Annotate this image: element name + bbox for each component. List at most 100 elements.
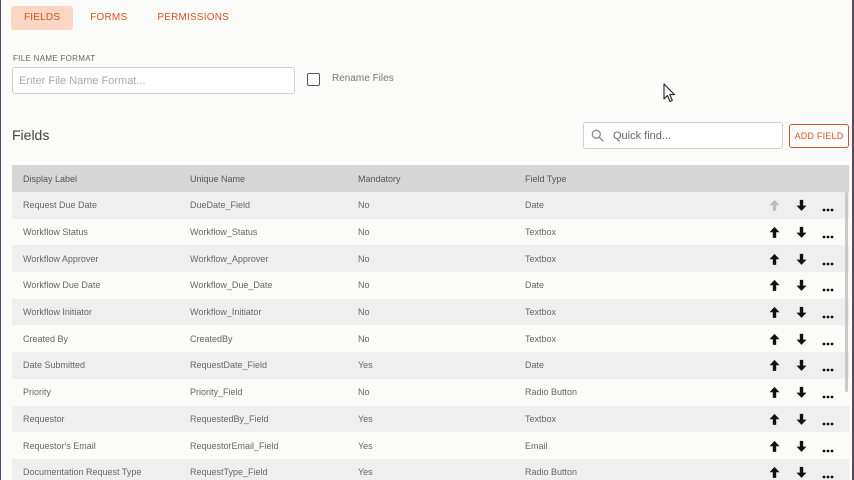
table-row[interactable]: Created By CreatedBy No Textbox [12, 325, 849, 353]
more-horizontal-icon[interactable] [822, 445, 834, 455]
cell-unique-name: RequestedBy_Field [190, 413, 269, 424]
cell-display-label: Date Submitted [23, 360, 86, 371]
arrow-up-icon[interactable] [769, 333, 780, 347]
cell-display-label: Created By [23, 333, 69, 344]
more-horizontal-icon[interactable] [822, 311, 834, 321]
add-field-button[interactable]: ADD FIELD [789, 124, 849, 148]
arrow-down-icon[interactable] [796, 306, 807, 320]
arrow-down-icon[interactable] [796, 360, 807, 374]
row-actions [769, 352, 849, 379]
table-body: Request Due Date DueDate_Field No Date Workf… [12, 192, 849, 480]
header-display-label[interactable]: Display Label [23, 174, 77, 184]
file-name-format-input[interactable] [12, 67, 295, 94]
arrow-up-icon[interactable] [769, 467, 780, 480]
more-horizontal-icon[interactable] [822, 258, 834, 268]
cell-mandatory: No [358, 227, 370, 238]
arrow-up-icon[interactable] [769, 387, 780, 401]
row-actions [769, 299, 849, 326]
more-horizontal-icon[interactable] [822, 418, 834, 428]
cell-unique-name: Workflow_Initiator [190, 307, 262, 318]
cell-field-type: Textbox [525, 333, 557, 344]
arrow-up-icon[interactable] [769, 280, 780, 294]
cell-field-type: Textbox [525, 413, 557, 424]
more-horizontal-icon[interactable] [822, 284, 834, 294]
cell-display-label: Requestor [23, 413, 65, 424]
table-row[interactable]: Requestor's Email RequestorEmail_Field Yes… [12, 432, 849, 459]
rename-files-checkbox[interactable] [307, 73, 320, 86]
table-scrollbar[interactable] [845, 192, 848, 392]
arrow-down-icon[interactable] [796, 226, 807, 240]
table-row[interactable]: Priority Priority_Field No Radio Button [12, 378, 849, 406]
cell-display-label: Workflow Status [23, 227, 88, 238]
table-row[interactable]: Workflow Due Date Workflow_Due_Date No Date [12, 272, 849, 299]
cell-field-type: Date [525, 280, 545, 291]
cell-display-label: Workflow Due Date [23, 280, 101, 291]
cell-unique-name: Priority_Field [190, 387, 243, 398]
cell-mandatory: Yes [358, 360, 373, 371]
table-row[interactable]: Workflow Approver Workflow_Approver No Text… [12, 245, 849, 273]
more-horizontal-icon[interactable] [822, 364, 834, 374]
cell-display-label: Documentation Request Type [23, 467, 142, 478]
more-horizontal-icon[interactable] [822, 338, 834, 348]
header-mandatory[interactable]: Mandatory [358, 174, 401, 184]
cell-field-type: Email [525, 440, 548, 451]
header-field-type[interactable]: Field Type [525, 174, 566, 184]
arrow-up-icon[interactable] [769, 440, 780, 454]
arrow-down-icon[interactable] [796, 200, 807, 214]
row-actions [769, 406, 849, 433]
arrow-down-icon[interactable] [796, 467, 807, 480]
cell-unique-name: RequestorEmail_Field [190, 440, 279, 451]
cell-mandatory: No [358, 280, 370, 291]
table-row[interactable]: Date Submitted RequestDate_Field Yes Date [12, 352, 849, 379]
arrow-down-icon[interactable] [796, 440, 807, 454]
row-actions [769, 459, 849, 480]
arrow-up-icon [769, 200, 780, 214]
arrow-down-icon[interactable] [796, 387, 807, 401]
table-header: Display Label Unique Name Mandatory Fiel… [12, 165, 849, 192]
arrow-up-icon[interactable] [769, 306, 780, 320]
cell-field-type: Radio Button [525, 467, 578, 478]
arrow-down-icon[interactable] [796, 333, 807, 347]
quick-find-box [583, 122, 783, 149]
arrow-up-icon[interactable] [769, 360, 780, 374]
cell-mandatory: No [358, 307, 370, 318]
cell-mandatory: No [358, 333, 370, 344]
arrow-down-icon[interactable] [796, 253, 807, 267]
cell-unique-name: DueDate_Field [190, 200, 251, 211]
cell-display-label: Workflow Approver [23, 253, 99, 264]
header-unique-name[interactable]: Unique Name [190, 174, 245, 184]
arrow-up-icon[interactable] [769, 253, 780, 267]
table-row[interactable]: Documentation Request Type RequestType_Fi… [12, 458, 849, 480]
table-row[interactable]: Workflow Status Workflow_Status No Textbox [12, 218, 849, 246]
cell-display-label: Requestor's Email [23, 440, 96, 451]
more-horizontal-icon[interactable] [822, 231, 834, 241]
cell-unique-name: RequestDate_Field [190, 360, 268, 371]
cell-field-type: Date [525, 200, 545, 211]
table-row[interactable]: Workflow Initiator Workflow_Initiator No Te… [12, 298, 849, 326]
more-horizontal-icon[interactable] [822, 204, 834, 214]
row-actions [769, 379, 849, 406]
cell-mandatory: No [358, 200, 370, 211]
cell-field-type: Textbox [525, 253, 557, 264]
more-horizontal-icon[interactable] [822, 471, 834, 480]
table-row[interactable]: Request Due Date DueDate_Field No Date [12, 192, 849, 219]
cell-field-type: Textbox [525, 227, 557, 238]
more-horizontal-icon[interactable] [822, 391, 834, 401]
arrow-down-icon[interactable] [796, 280, 807, 294]
cell-display-label: Priority [23, 387, 52, 398]
arrow-up-icon[interactable] [769, 226, 780, 240]
cell-mandatory: No [358, 253, 370, 264]
arrow-down-icon[interactable] [796, 413, 807, 427]
cell-field-type: Textbox [525, 307, 557, 318]
tab-bar: FIELDS FORMS PERMISSIONS [11, 6, 246, 30]
table-row[interactable]: Requestor RequestedBy_Field Yes Textbox [12, 405, 849, 433]
tab-forms[interactable]: FORMS [77, 6, 140, 30]
tab-permissions[interactable]: PERMISSIONS [144, 6, 242, 30]
tab-fields[interactable]: FIELDS [11, 6, 74, 30]
cell-mandatory: Yes [358, 440, 373, 451]
quick-find-input[interactable] [613, 123, 778, 148]
arrow-up-icon[interactable] [769, 413, 780, 427]
row-actions [769, 272, 849, 299]
cell-mandatory: Yes [358, 413, 373, 424]
row-actions [769, 245, 849, 272]
